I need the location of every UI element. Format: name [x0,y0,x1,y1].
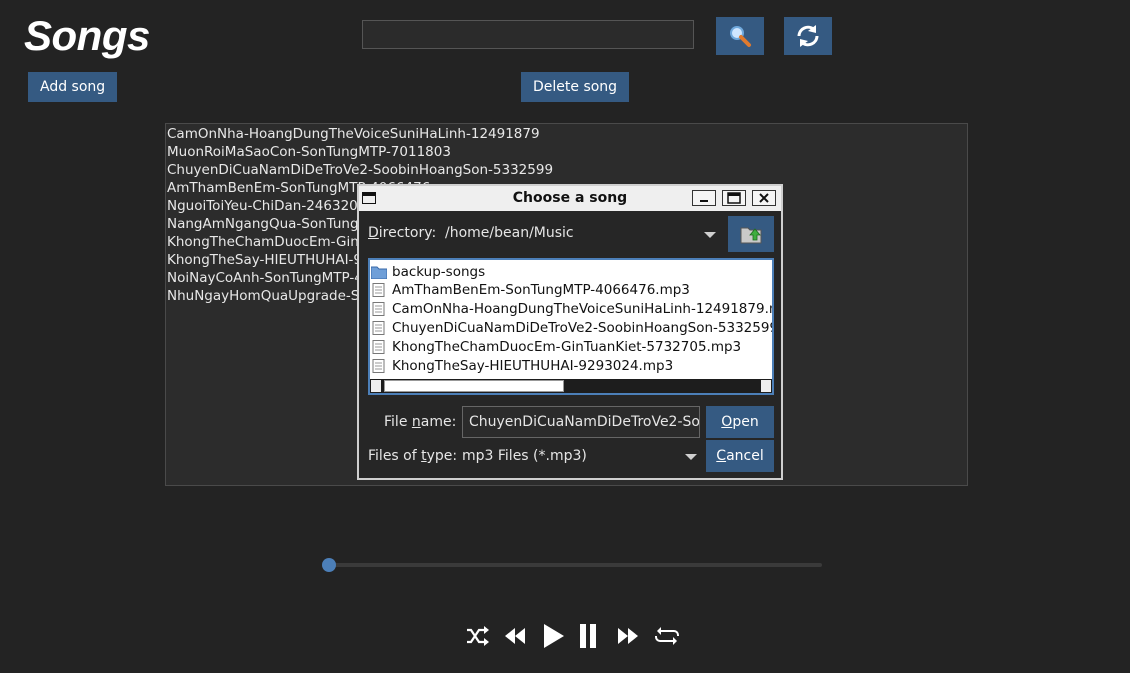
file-name-label: File name: [384,414,456,430]
files-of-type-label-pre: Files of [368,448,422,464]
shuffle-icon [467,626,489,646]
scroll-left-arrow[interactable] [371,380,381,392]
search-button[interactable] [716,17,764,55]
file-name: AmThamBenEm-SonTungMTP-4066476.mp3 [392,282,690,298]
file-list[interactable]: backup-songs AmThamBenEm-SonTungMTP-4066… [368,258,774,395]
repeat-icon [655,627,679,645]
close-icon [759,193,769,203]
open-mnemonic: O [721,414,733,430]
next-button[interactable] [614,622,642,650]
open-label: pen [732,414,759,430]
cancel-button[interactable]: Cancel [706,440,774,472]
file-name: KhongTheSay-HIEUTHUHAI-9293024.mp3 [392,358,674,374]
folder-icon [371,266,387,279]
file-name-label-mnemonic: n [411,414,421,430]
progress-track[interactable] [328,563,822,567]
add-song-button[interactable]: Add song [28,72,118,102]
refresh-icon [797,25,819,47]
search-input[interactable] [362,20,694,49]
file-icon [372,321,385,335]
list-item[interactable]: ChuyenDiCuaNamDiDeTroVe2-SoobinHoangSon-… [167,161,967,179]
pause-icon [580,624,596,648]
files-of-type-label: Files of type: [368,448,457,464]
file-list-item[interactable]: ChuyenDiCuaNamDiDeTroVe2-SoobinHoangSon-… [371,319,774,337]
file-icon [372,283,385,297]
list-item[interactable]: MuonRoiMaSaoCon-SonTungMTP-7011803 [167,143,967,161]
file-list-item[interactable]: KhongTheSay-HIEUTHUHAI-9293024.mp3 [371,357,673,375]
search-icon [730,26,751,47]
shuffle-button[interactable] [463,622,491,650]
previous-button[interactable] [501,622,529,650]
file-list-item[interactable]: KhongTheChamDuocEm-GinTuanKiet-5732705.m… [371,338,741,356]
repeat-button[interactable] [653,622,681,650]
minimize-icon [700,200,708,202]
file-icon [372,302,385,316]
cancel-label: ancel [726,448,764,464]
file-name: CamOnNha-HoangDungTheVoiceSuniHaLinh-124… [392,301,774,317]
scroll-right-arrow[interactable] [761,380,771,392]
delete-song-button[interactable]: Delete song [521,72,630,102]
play-icon [544,624,564,648]
scrollbar-thumb[interactable] [384,380,564,392]
play-button[interactable] [539,622,567,650]
previous-icon [505,628,525,644]
file-list-item[interactable]: CamOnNha-HoangDungTheVoiceSuniHaLinh-124… [371,300,774,318]
horizontal-scrollbar[interactable] [370,379,772,393]
file-name: backup-songs [392,264,486,280]
parent-directory-button[interactable] [728,216,774,252]
app-title: Songs [24,12,150,59]
dialog-titlebar[interactable]: Choose a song [359,186,781,211]
refresh-button[interactable] [784,17,832,55]
cancel-mnemonic: C [716,448,727,464]
minimize-button[interactable] [692,190,716,206]
next-icon [618,628,638,644]
maximize-button[interactable] [722,190,746,206]
file-type-select[interactable]: mp3 Files (*.mp3) [462,448,587,464]
file-name-label-post: ame: [420,414,457,430]
open-button[interactable]: Open [706,406,774,438]
file-name-label-pre: File [384,414,412,430]
directory-label-rest: irectory: [378,225,437,241]
file-name-field[interactable]: ChuyenDiCuaNamDiDeTroVe2-SoobinHoangSon-… [462,406,700,438]
file-name: ChuyenDiCuaNamDiDeTroVe2-SoobinHoangSon-… [392,320,774,336]
file-icon [372,340,385,354]
folder-up-icon [740,227,762,244]
chevron-down-icon[interactable] [704,232,716,238]
file-list-item[interactable]: backup-songs [371,263,485,281]
directory-select[interactable]: /home/bean/Music [445,225,574,241]
progress-handle[interactable] [322,558,336,572]
file-name: KhongTheChamDuocEm-GinTuanKiet-5732705.m… [392,339,742,355]
choose-song-dialog: Choose a song Directory: /home/bean/Musi… [357,184,783,480]
pause-button[interactable] [574,622,602,650]
maximize-icon [727,192,741,204]
file-icon [372,359,385,373]
dialog-title: Choose a song [512,190,628,206]
close-button[interactable] [752,190,776,206]
files-of-type-label-post: ype: [426,448,458,464]
list-item[interactable]: CamOnNha-HoangDungTheVoiceSuniHaLinh-124… [167,125,967,143]
directory-label-mnemonic: D [368,225,379,241]
chevron-down-icon[interactable] [685,454,697,460]
directory-label: Directory: [368,225,436,241]
file-list-item[interactable]: AmThamBenEm-SonTungMTP-4066476.mp3 [371,281,690,299]
